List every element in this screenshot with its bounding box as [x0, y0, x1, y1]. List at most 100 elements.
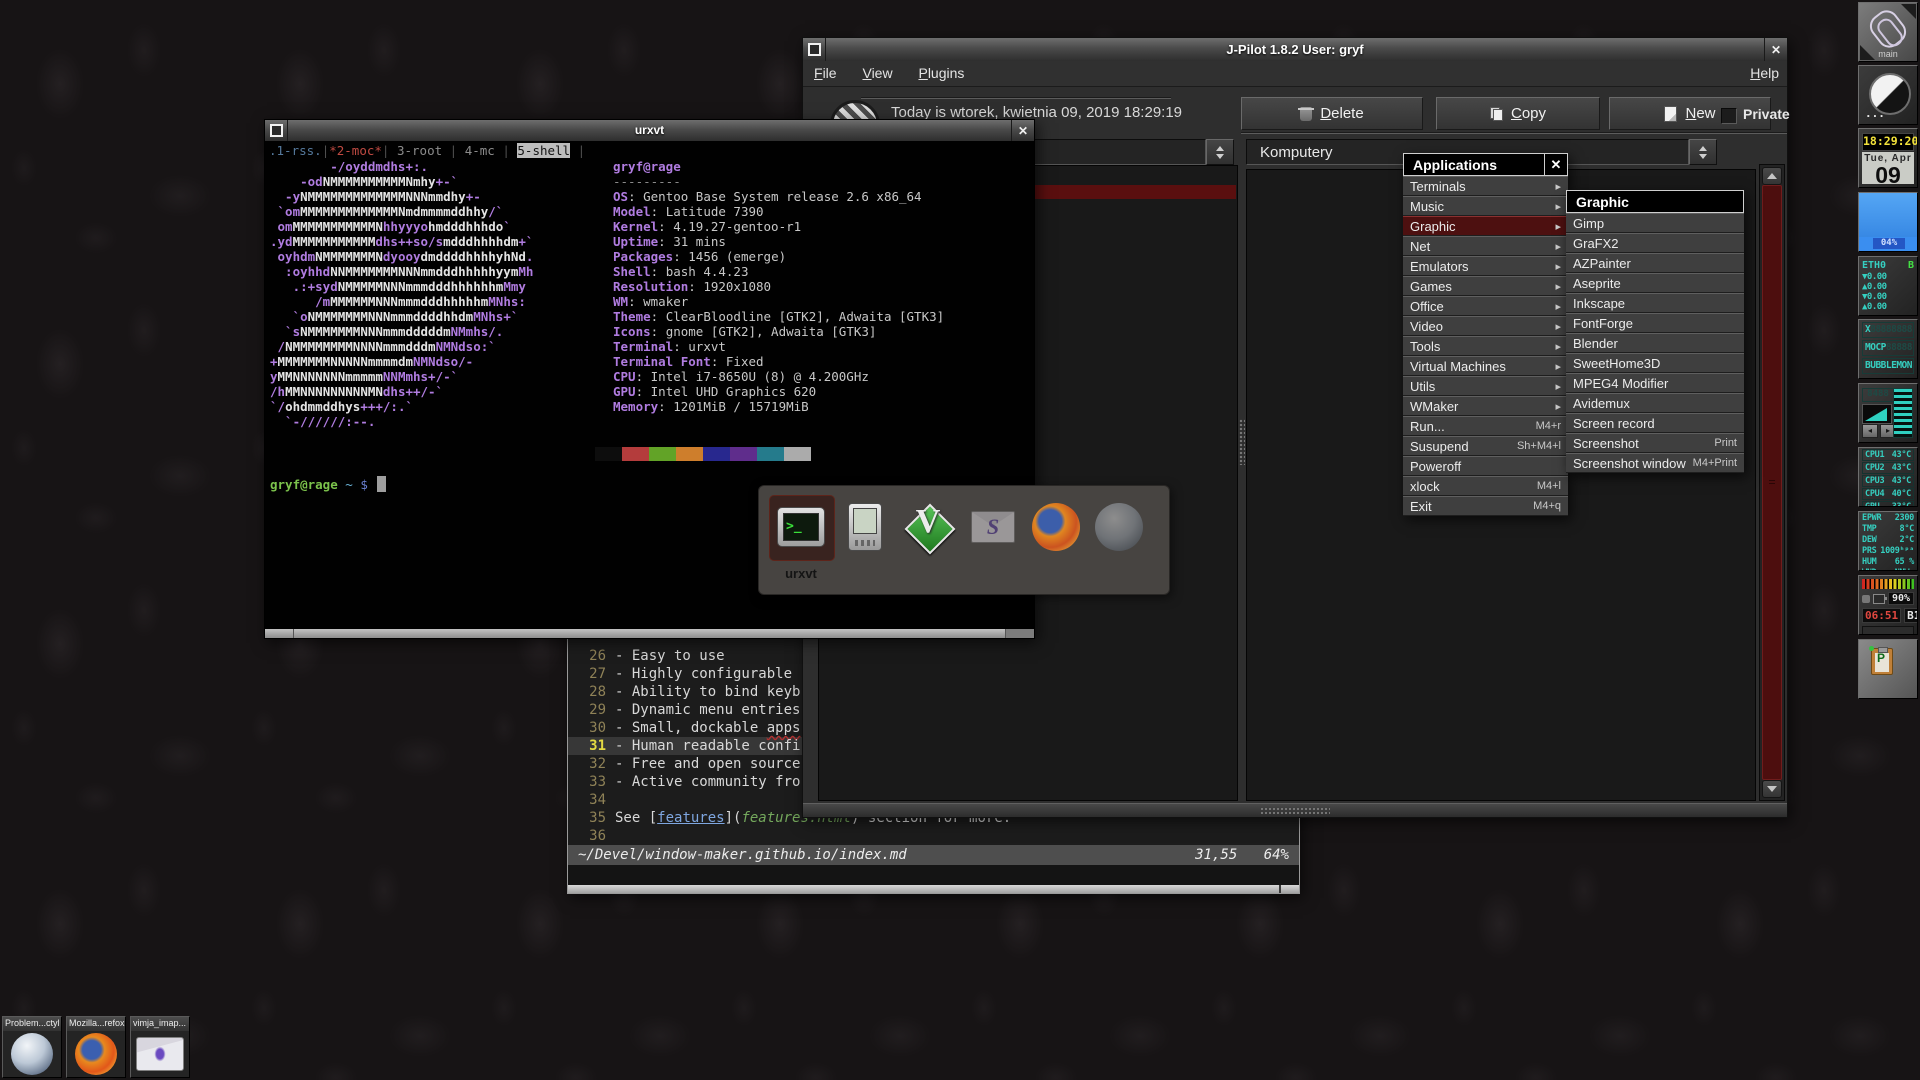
menu-item[interactable]: GraFX2 — [1566, 233, 1744, 253]
miniaturize-button[interactable] — [803, 38, 826, 61]
menu-item[interactable]: Aseprite — [1566, 273, 1744, 293]
palette-swatch — [703, 447, 730, 461]
menu-item-label: Emulators — [1410, 259, 1469, 274]
menu-view[interactable]: View — [851, 61, 903, 81]
terminal-titlebar[interactable]: urxvt ✕ — [265, 120, 1034, 142]
menu-item[interactable]: Music ▸ — [1403, 196, 1568, 216]
switcher-item-gvim[interactable]: V — [902, 501, 954, 553]
miniwindow[interactable]: vimja_imap... — [130, 1016, 190, 1078]
dock-lcd-display[interactable]: X88888888 MOCP88888 BUBBLEMON — [1858, 319, 1918, 379]
dock-bubblemon[interactable]: 04% — [1858, 192, 1918, 252]
art-line: /NMMMMMMMMNNNNmmmdddmNMNdso:` — [270, 339, 533, 354]
info-value: ClearBloodline [GTK2], Adwaita [GTK3] — [666, 309, 944, 324]
jpilot-resizebar[interactable] — [803, 803, 1787, 817]
menu-item-label: Tools — [1410, 339, 1440, 354]
menu-item[interactable]: Tools ▸ — [1403, 336, 1568, 356]
scroll-up-button[interactable] — [1762, 167, 1782, 185]
menu-item[interactable]: Exit M4+q — [1403, 496, 1568, 516]
menu-item[interactable]: Video ▸ — [1403, 316, 1568, 336]
dock-weather[interactable]: EPWR 2300 TMP 8°C DEW 2°C PRS 1009ʰᵖᵃ HU… — [1858, 511, 1918, 571]
menu-file[interactable]: File — [803, 61, 848, 81]
menu-item[interactable]: FontForge — [1566, 313, 1744, 333]
weather-label: HUM — [1862, 557, 1876, 567]
applications-menu-title[interactable]: Applications ✕ — [1403, 153, 1568, 176]
menu-item[interactable]: MPEG4 Modifier — [1566, 373, 1744, 393]
weather-label: DEW — [1862, 535, 1876, 545]
menu-item[interactable]: AZPainter — [1566, 253, 1744, 273]
switcher-item-mail[interactable]: S — [967, 501, 1019, 553]
clip-arrow-icon[interactable] — [1901, 4, 1916, 19]
menu-item[interactable]: Screen record — [1566, 413, 1744, 433]
miniwindow[interactable]: Mozilla...refox — [66, 1016, 126, 1078]
mixer-level-bars[interactable] — [1893, 388, 1913, 438]
battery-secondary-bar — [1862, 626, 1914, 635]
art-line: omMMMMMMMMMMMNhhyyyohmdddhhhdo` — [270, 219, 533, 234]
miniwindow[interactable]: Problem...ctyl — [2, 1016, 62, 1078]
menu-item[interactable]: WMaker ▸ — [1403, 396, 1568, 416]
menu-item[interactable]: Susupend Sh+M4+l — [1403, 436, 1568, 456]
info-value: Latitude 7390 — [666, 204, 764, 219]
graphic-submenu-title[interactable]: Graphic — [1566, 190, 1744, 213]
category-spinner[interactable] — [1689, 139, 1717, 165]
miniaturize-button[interactable] — [265, 120, 288, 141]
line-text: - Easy to use — [615, 648, 725, 664]
weather-value: 2300 — [1895, 513, 1914, 523]
menu-item[interactable]: Games ▸ — [1403, 276, 1568, 296]
menu-item[interactable]: Avidemux — [1566, 393, 1744, 413]
dock-cputemp[interactable]: CPU1 43°C CPU2 43°C CPU3 43°C CPU4 40°C … — [1858, 447, 1918, 507]
switcher-item-firefox[interactable] — [1030, 501, 1082, 553]
delete-button[interactable]: Delete — [1241, 97, 1423, 130]
scroll-down-button[interactable] — [1762, 780, 1782, 798]
menu-item[interactable]: Poweroff — [1403, 456, 1568, 476]
dock-launcher[interactable]: ... — [1858, 65, 1918, 125]
dock-clipboard-manager[interactable]: P — [1858, 639, 1918, 699]
menu-item[interactable]: Graphic ▸ — [1403, 216, 1568, 236]
dock-clock[interactable]: 18:29:20 Tue, Apr 09 — [1858, 128, 1918, 188]
menu-item[interactable]: Run... M4+r — [1403, 416, 1568, 436]
neofetch-info-line: Icons: gnome [GTK2], Adwaita [GTK3] — [613, 324, 944, 339]
menu-item[interactable]: Office ▸ — [1403, 296, 1568, 316]
menu-plugins[interactable]: Plugins — [907, 61, 975, 81]
private-checkbox[interactable] — [1721, 108, 1737, 124]
copy-button[interactable]: Copy — [1436, 97, 1600, 130]
switcher-item-urxvt[interactable]: >_ — [775, 501, 827, 553]
menu-item[interactable]: Blender — [1566, 333, 1744, 353]
menu-item[interactable]: xlock M4+l — [1403, 476, 1568, 496]
weather-row: HUM 65 % — [1862, 557, 1914, 567]
menu-item[interactable]: Gimp — [1566, 213, 1744, 233]
menu-item-extra: ▸ — [1555, 180, 1561, 193]
terminal-resizebar[interactable] — [265, 628, 1034, 638]
lcd-ghost-text: 88888888 — [1870, 324, 1912, 335]
palette-swatch — [676, 447, 703, 461]
pane-splitter[interactable] — [1238, 165, 1246, 801]
menu-item[interactable]: Emulators ▸ — [1403, 256, 1568, 276]
memo-scrollbar[interactable] — [1759, 164, 1785, 801]
menu-item[interactable]: Virtual Machines ▸ — [1403, 356, 1568, 376]
art-line: :oyhhdNNMMMMMMMNNNmmdddhhhhhyymMh — [270, 264, 533, 279]
memo-entry-spinner[interactable] — [1206, 139, 1234, 165]
menu-item[interactable]: SweetHome3D — [1566, 353, 1744, 373]
close-button[interactable]: ✕ — [1764, 38, 1787, 61]
menu-help[interactable]: Help — [1750, 65, 1779, 81]
menu-item[interactable]: Screenshot window M4+Print — [1566, 453, 1744, 473]
dock-netmonitor[interactable]: ETH0 B ▼0.00 ▲0.00 ▼0.00 ▲0.00 — [1858, 256, 1918, 316]
dock-clip[interactable]: main — [1858, 2, 1918, 62]
menu-item[interactable]: Utils ▸ — [1403, 376, 1568, 396]
menu-item[interactable]: Screenshot Print — [1566, 433, 1744, 453]
neofetch-info-line: Resolution: 1920x1080 — [613, 279, 944, 294]
dock-battery[interactable]: 90% 06:51 B1 — [1858, 575, 1918, 635]
close-button[interactable]: ✕ — [1011, 120, 1034, 141]
vim-bottom-scrollbar[interactable] — [568, 885, 1299, 893]
scrollbar-thumb[interactable] — [1762, 185, 1782, 780]
jpilot-titlebar[interactable]: J-Pilot 1.8.2 User: gryf ✕ — [803, 38, 1787, 62]
menu-close-button[interactable]: ✕ — [1544, 154, 1567, 175]
menu-item[interactable]: Terminals ▸ — [1403, 176, 1568, 196]
mixer-prev-button[interactable]: ◂ — [1862, 424, 1878, 438]
switcher-item-jpilot[interactable] — [839, 501, 891, 553]
menu-item[interactable]: Inkscape — [1566, 293, 1744, 313]
switcher-item-browser[interactable] — [1093, 501, 1145, 553]
menu-item[interactable]: Net ▸ — [1403, 236, 1568, 256]
menu-item-extra: ▸ — [1555, 240, 1561, 253]
dock-mixer[interactable]: 8488 ◂ ▸ — [1858, 383, 1918, 443]
weather-label: EPWR — [1862, 513, 1881, 523]
